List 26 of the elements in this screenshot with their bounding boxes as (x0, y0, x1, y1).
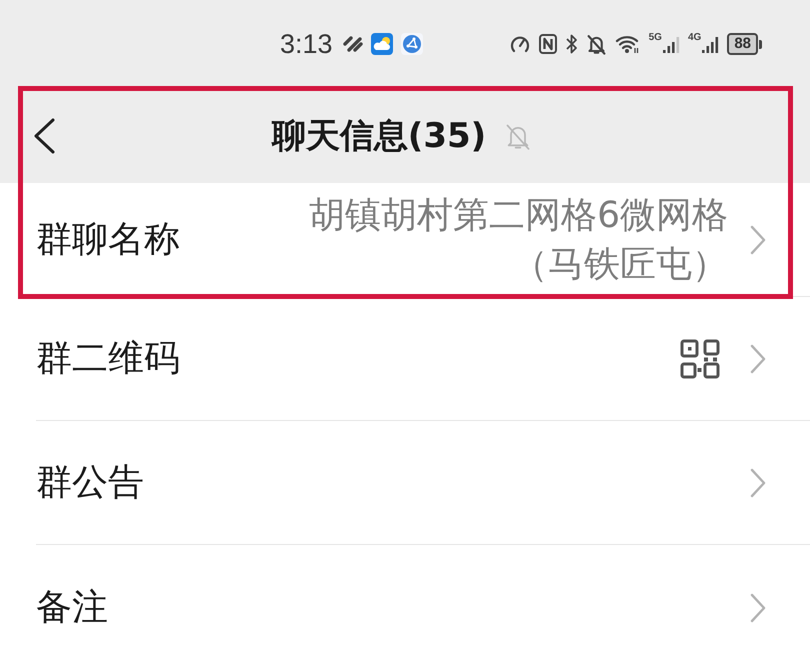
cloud-sun-icon (370, 33, 393, 55)
row-label[interactable]: 群二维码 (36, 334, 180, 383)
qr-code-icon (680, 338, 720, 378)
chat-info-title: 聊天信息(35) (272, 114, 486, 158)
network-type-label: 5G (648, 33, 662, 43)
network-type-label: 4G (688, 33, 702, 43)
gauge-icon (508, 34, 531, 54)
chevron-icon (750, 224, 766, 254)
nfc-icon (538, 34, 557, 54)
signal-icon (662, 35, 680, 53)
back-icon[interactable] (32, 118, 56, 154)
nodes-circle-icon (400, 33, 423, 55)
row-label[interactable]: 群公告 (36, 458, 144, 507)
signal-icon (702, 35, 720, 53)
row-label[interactable]: 群聊名称 (36, 215, 180, 264)
stripes-icon (342, 35, 363, 53)
battery-indicator: 88 (727, 33, 762, 55)
row-label[interactable]: 备注 (36, 583, 108, 632)
status-time: 3:13 (280, 28, 333, 60)
group-name-value: 胡镇胡村第二网格6微网格（马铁匠屯） (308, 194, 728, 286)
bluetooth-icon (564, 33, 578, 55)
bell-off-icon (586, 33, 607, 55)
chevron-icon (750, 344, 766, 374)
chevron-icon (750, 592, 766, 622)
wifi-icon (614, 34, 641, 54)
chevron-icon (750, 468, 766, 498)
